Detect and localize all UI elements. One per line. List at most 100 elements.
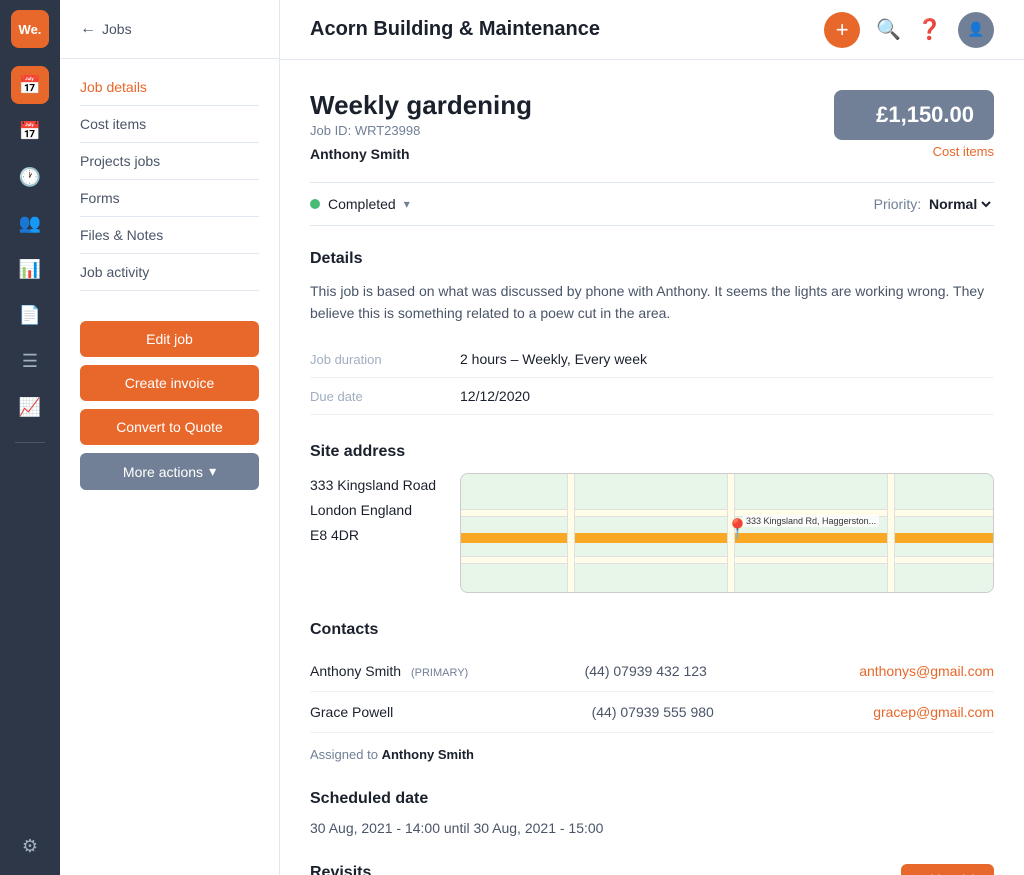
sidebar-item-forms[interactable]: Forms	[80, 180, 259, 217]
job-price-area: £1,150.00 Cost items	[834, 90, 994, 159]
nav-icon-settings[interactable]: ⚙	[11, 827, 49, 865]
contact-phone-1: (44) 07939 555 980	[592, 704, 874, 720]
job-assignee: Anthony Smith	[310, 146, 532, 162]
duration-row: Job duration 2 hours – Weekly, Every wee…	[310, 341, 994, 378]
contact-row-1: Grace Powell (44) 07939 555 980 gracep@g…	[310, 692, 994, 733]
sidebar-item-projects-jobs[interactable]: Projects jobs	[80, 143, 259, 180]
job-id-label: Job ID:	[310, 123, 351, 138]
contacts-title: Contacts	[310, 621, 994, 639]
map-inner: 📍 333 Kingsland Rd, Haggerston...	[461, 474, 993, 592]
due-date-value: 12/12/2020	[460, 388, 530, 404]
map-placeholder[interactable]: 📍 333 Kingsland Rd, Haggerston...	[460, 473, 994, 593]
cost-items-link[interactable]: Cost items	[834, 144, 994, 159]
job-id-value: WRT23998	[355, 123, 421, 138]
site-address-text: 333 Kingsland Road London England E8 4DR	[310, 473, 436, 549]
address-line1: 333 Kingsland Road	[310, 473, 436, 498]
contacts-section: Contacts Anthony Smith (PRIMARY) (44) 07…	[310, 621, 994, 762]
duration-label: Job duration	[310, 352, 440, 367]
top-bar-actions: + 🔍 ❓ 👤	[824, 12, 994, 48]
assigned-line: Assigned to Anthony Smith	[310, 747, 994, 762]
status-label: Completed	[328, 196, 396, 212]
nav-icon-document[interactable]: 📄	[11, 296, 49, 334]
priority-select[interactable]: Normal	[925, 195, 994, 213]
top-bar: Acorn Building & Maintenance + 🔍 ❓ 👤	[280, 0, 1024, 60]
job-id: Job ID: WRT23998	[310, 123, 532, 138]
icon-bar: We. 📅 📅 🕐 👥 📊 📄 ☰ 📈 ⚙	[0, 0, 60, 875]
priority-label: Priority:	[874, 196, 921, 212]
status-badge[interactable]: Completed ▾	[310, 196, 410, 212]
nav-icon-clock[interactable]: 🕐	[11, 158, 49, 196]
nav-icon-briefcase[interactable]: 📅	[11, 66, 49, 104]
map-road-v3	[887, 474, 895, 592]
icon-bar-divider	[15, 442, 45, 443]
contact-email-0[interactable]: anthonys@gmail.com	[859, 663, 994, 679]
sidebar-item-job-activity[interactable]: Job activity	[80, 254, 259, 291]
contact-name-1: Grace Powell	[310, 704, 592, 720]
due-date-label: Due date	[310, 389, 440, 404]
edit-job-button[interactable]: Edit job	[80, 321, 259, 357]
contact-row-0: Anthony Smith (PRIMARY) (44) 07939 432 1…	[310, 651, 994, 692]
address-line3: E8 4DR	[310, 523, 436, 548]
status-dot	[310, 199, 320, 209]
sidebar-item-cost-items[interactable]: Cost items	[80, 106, 259, 143]
priority-area: Priority: Normal	[874, 195, 994, 213]
more-actions-button[interactable]: More actions ▾	[80, 453, 259, 490]
add-revisit-button[interactable]: Add revisit	[901, 864, 994, 875]
sidebar-header: ← Jobs	[60, 20, 279, 59]
scheduled-section: Scheduled date 30 Aug, 2021 - 14:00 unti…	[310, 790, 994, 836]
status-chevron-icon: ▾	[404, 197, 410, 211]
help-icon[interactable]: ❓	[917, 17, 942, 42]
scheduled-date: 30 Aug, 2021 - 14:00 until 30 Aug, 2021 …	[310, 820, 994, 836]
contact-phone-0: (44) 07939 432 123	[585, 663, 860, 679]
nav-icon-chart[interactable]: 📊	[11, 250, 49, 288]
main-area: Acorn Building & Maintenance + 🔍 ❓ 👤 Wee…	[280, 0, 1024, 875]
nav-icon-calendar[interactable]: 📅	[11, 112, 49, 150]
contact-name-0: Anthony Smith (PRIMARY)	[310, 663, 585, 679]
nav-icon-people[interactable]: 👥	[11, 204, 49, 242]
app-logo[interactable]: We.	[11, 10, 49, 48]
contact-email-1[interactable]: gracep@gmail.com	[873, 704, 994, 720]
sidebar-nav: Job details Cost items Projects jobs For…	[60, 69, 279, 291]
create-invoice-button[interactable]: Create invoice	[80, 365, 259, 401]
address-line2: London England	[310, 498, 436, 523]
site-address-block: 333 Kingsland Road London England E8 4DR	[310, 473, 994, 593]
nav-icon-list[interactable]: ☰	[11, 342, 49, 380]
duration-value: 2 hours – Weekly, Every week	[460, 351, 647, 367]
nav-icon-analytics[interactable]: 📈	[11, 388, 49, 426]
company-name: Acorn Building & Maintenance	[310, 18, 600, 41]
map-road-v1	[567, 474, 575, 592]
back-to-jobs[interactable]: ← Jobs	[80, 20, 259, 38]
due-date-row: Due date 12/12/2020	[310, 378, 994, 415]
job-price: £1,150.00	[854, 102, 974, 128]
revisits-section: Revisits Add revisit DATE DURATION ASSIG…	[310, 864, 994, 875]
sidebar-item-job-details[interactable]: Job details	[80, 69, 259, 106]
site-address-section: Site address 333 Kingsland Road London E…	[310, 443, 994, 593]
job-title: Weekly gardening	[310, 90, 532, 121]
details-title: Details	[310, 250, 994, 268]
back-label: Jobs	[102, 21, 132, 37]
job-title-area: Weekly gardening Job ID: WRT23998 Anthon…	[310, 90, 532, 162]
sidebar-item-files-notes[interactable]: Files & Notes	[80, 217, 259, 254]
contact-tag-0: (PRIMARY)	[411, 667, 468, 679]
search-icon[interactable]: 🔍	[876, 17, 901, 42]
convert-to-quote-button[interactable]: Convert to Quote	[80, 409, 259, 445]
avatar[interactable]: 👤	[958, 12, 994, 48]
revisits-title: Revisits	[310, 864, 371, 875]
back-arrow-icon: ←	[80, 20, 96, 38]
sidebar-actions: Edit job Create invoice Convert to Quote…	[60, 301, 279, 510]
chevron-down-icon: ▾	[209, 463, 216, 480]
details-description: This job is based on what was discussed …	[310, 280, 994, 325]
content-area: Weekly gardening Job ID: WRT23998 Anthon…	[280, 60, 1024, 875]
assigned-to-name: Anthony Smith	[382, 747, 474, 762]
map-address-label: 333 Kingsland Rd, Haggerston...	[743, 515, 879, 527]
scheduled-title: Scheduled date	[310, 790, 994, 808]
contacts-table: Anthony Smith (PRIMARY) (44) 07939 432 1…	[310, 651, 994, 733]
job-header: Weekly gardening Job ID: WRT23998 Anthon…	[310, 90, 994, 162]
revisits-header: Revisits Add revisit	[310, 864, 994, 875]
site-address-title: Site address	[310, 443, 994, 461]
add-button[interactable]: +	[824, 12, 860, 48]
details-section: Details This job is based on what was di…	[310, 250, 994, 415]
job-price-box: £1,150.00	[834, 90, 994, 140]
sidebar: ← Jobs Job details Cost items Projects j…	[60, 0, 280, 875]
status-row: Completed ▾ Priority: Normal	[310, 182, 994, 226]
